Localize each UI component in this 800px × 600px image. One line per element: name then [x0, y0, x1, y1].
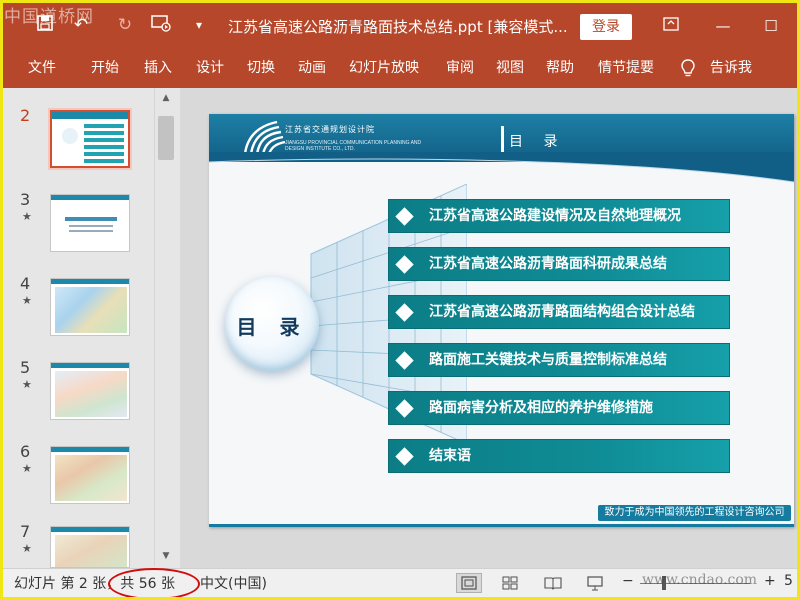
tab-transitions[interactable]: 切换	[247, 52, 275, 85]
tab-insert[interactable]: 插入	[144, 52, 172, 85]
header-swoosh	[209, 152, 794, 183]
tab-slideshow[interactable]: 幻灯片放映	[349, 52, 419, 85]
toc-item[interactable]: 路面施工关键技术与质量控制标准总结	[388, 343, 730, 377]
ribbon-display-options-icon[interactable]	[658, 14, 684, 38]
customize-quick-access-icon[interactable]: ▾	[188, 14, 210, 36]
animation-star-icon: ★	[22, 294, 32, 307]
toc-item[interactable]: 江苏省高速公路沥青路面结构组合设计总结	[388, 295, 730, 329]
title-bar: ↶ ↻ ▾ 江苏省高速公路沥青路面技术总结.ppt [兼容模式... 登录 — …	[0, 0, 800, 52]
zoom-percent[interactable]: 5	[784, 573, 793, 589]
toc-item[interactable]: 江苏省高速公路沥青路面科研成果总结	[388, 247, 730, 281]
annotation-ellipse	[108, 568, 200, 600]
watermark-logo: 中国道桥网	[4, 7, 94, 27]
slide-thumbnail-2[interactable]	[50, 110, 130, 168]
orb-title: 目 录	[236, 315, 308, 339]
reading-view-icon[interactable]	[540, 573, 566, 593]
thumb-number: 7	[20, 522, 31, 541]
slide-sorter-icon[interactable]	[497, 573, 523, 593]
toc-item[interactable]: 路面病害分析及相应的养护维修措施	[388, 391, 730, 425]
document-title: 江苏省高速公路沥青路面技术总结.ppt [兼容模式...	[228, 18, 568, 36]
diamond-bullet-icon	[395, 207, 414, 226]
slide-thumbnails-pane: 2 3 ★ 4 ★ 5 ★ 6 ★ 7 ★	[0, 88, 178, 568]
redo-icon[interactable]: ↻	[114, 14, 136, 36]
zoom-in-button[interactable]: +	[764, 573, 776, 589]
diamond-bullet-icon	[395, 351, 414, 370]
minimize-icon[interactable]: —	[710, 14, 736, 38]
header-divider	[501, 126, 504, 154]
thumb-number: 3	[20, 190, 31, 209]
scroll-down-icon[interactable]: ▼	[158, 548, 174, 564]
toc-item-label: 路面病害分析及相应的养护维修措施	[429, 400, 653, 416]
normal-view-icon[interactable]	[456, 573, 482, 593]
maximize-icon[interactable]: ☐	[758, 14, 784, 38]
tab-review[interactable]: 审阅	[446, 52, 474, 85]
toc-item-label: 江苏省高速公路沥青路面科研成果总结	[429, 256, 667, 272]
scrollbar-thumb[interactable]	[158, 116, 174, 160]
animation-star-icon: ★	[22, 210, 32, 223]
toc-item-label: 结束语	[429, 448, 471, 464]
slide-thumbnail-5[interactable]	[50, 362, 130, 420]
tab-home[interactable]: 开始	[91, 52, 119, 85]
tab-animations[interactable]: 动画	[298, 52, 326, 85]
tab-help[interactable]: 帮助	[546, 52, 574, 85]
slideshow-view-icon[interactable]	[582, 573, 608, 593]
toc-item[interactable]: 结束语	[388, 439, 730, 473]
thumb-number: 6	[20, 442, 31, 461]
toc-item-label: 路面施工关键技术与质量控制标准总结	[429, 352, 667, 368]
thumb-number: 2	[20, 106, 31, 125]
thumb-number: 4	[20, 274, 31, 293]
slide-thumbnail-3[interactable]	[50, 194, 130, 252]
language-status[interactable]: 中文(中国)	[200, 573, 267, 593]
zoom-out-button[interactable]: −	[622, 573, 634, 589]
footer-line	[209, 524, 794, 527]
slide-thumbnail-7[interactable]	[50, 526, 130, 568]
animation-star-icon: ★	[22, 378, 32, 391]
ribbon-tabs: 文件 开始 插入 设计 切换 动画 幻灯片放映 审阅 视图 帮助 情节提要 告诉…	[0, 52, 800, 88]
login-button[interactable]: 登录	[580, 14, 632, 40]
tell-me-search[interactable]: 告诉我	[710, 52, 752, 85]
slide-thumbnail-6[interactable]	[50, 446, 130, 504]
toc-item-label: 江苏省高速公路建设情况及自然地理概况	[429, 208, 681, 224]
thumbnails-scrollbar[interactable]: ▲ ▼	[154, 88, 176, 566]
institute-name-cn: 江苏省交通规划设计院	[285, 125, 375, 134]
slogan-banner: 致力于成为中国领先的工程设计咨询公司	[598, 505, 791, 521]
thumb-number: 5	[20, 358, 31, 377]
tab-storyboarding[interactable]: 情节提要	[598, 52, 654, 85]
diamond-bullet-icon	[395, 447, 414, 466]
tab-file[interactable]: 文件	[28, 52, 56, 85]
animation-star-icon: ★	[22, 462, 32, 475]
current-slide[interactable]: 江苏省交通规划设计院 JIANGSU PROVINCIAL COMMUNICAT…	[209, 114, 794, 527]
toc-item-label: 江苏省高速公路沥青路面结构组合设计总结	[429, 304, 695, 320]
tab-design[interactable]: 设计	[196, 52, 224, 85]
scroll-up-icon[interactable]: ▲	[158, 90, 174, 106]
tab-view[interactable]: 视图	[496, 52, 524, 85]
toc-orb: 目 录	[225, 277, 319, 371]
slide-thumbnail-4[interactable]	[50, 278, 130, 336]
diamond-bullet-icon	[395, 399, 414, 418]
diamond-bullet-icon	[395, 255, 414, 274]
animation-star-icon: ★	[22, 542, 32, 555]
lightbulb-icon[interactable]	[680, 52, 696, 85]
toc-item[interactable]: 江苏省高速公路建设情况及自然地理概况	[388, 199, 730, 233]
watermark-site: www.cndao.com	[642, 572, 758, 588]
present-from-start-icon[interactable]	[150, 14, 172, 36]
slide-header-title: 目 录	[509, 134, 566, 150]
slogan-text: 致力于成为中国领先的工程设计咨询公司	[604, 507, 785, 518]
diamond-bullet-icon	[395, 303, 414, 322]
